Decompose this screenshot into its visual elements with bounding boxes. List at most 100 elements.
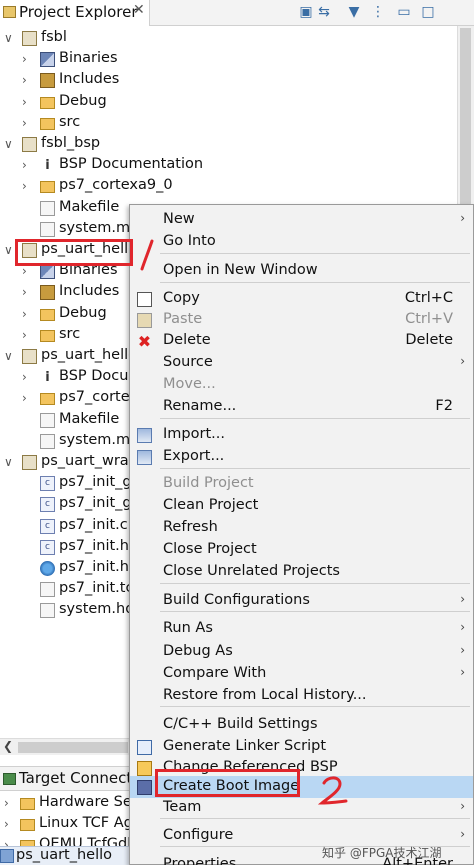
- tree-item-label: Includes: [59, 71, 120, 88]
- menu-item-label: Debug As: [163, 643, 233, 659]
- chevron-right-icon[interactable]: ›: [4, 793, 9, 814]
- menu-item-restore-from-local-history[interactable]: Restore from Local History...: [130, 685, 473, 707]
- menu-separator: [160, 706, 470, 707]
- chevron-down-icon[interactable]: ∨: [4, 452, 13, 473]
- tree-item-label: Binaries: [59, 50, 118, 67]
- menu-item-shortcut: Ctrl+C: [404, 290, 453, 306]
- submenu-arrow-icon: ›: [460, 620, 465, 634]
- tree-item[interactable]: › src: [0, 113, 440, 134]
- chevron-right-icon[interactable]: ›: [22, 155, 27, 176]
- tree-item[interactable]: ∨ fsbl_bsp: [0, 134, 440, 155]
- tree-item[interactable]: › Binaries: [0, 49, 440, 70]
- annotation-box-create-boot-image: [155, 769, 300, 797]
- tree-item-label: fsbl: [41, 29, 67, 45]
- chevron-down-icon[interactable]: ∨: [4, 240, 13, 261]
- menu-item-compare-with[interactable]: Compare With ›: [130, 663, 473, 685]
- menu-separator: [160, 468, 470, 469]
- bsp-icon: [137, 761, 152, 776]
- menu-item-source[interactable]: Source ›: [130, 352, 473, 374]
- chevron-right-icon[interactable]: ›: [22, 367, 27, 388]
- tree-item-label: src: [59, 325, 81, 342]
- tree-item[interactable]: › i BSP Documentation: [0, 155, 440, 176]
- collapse-all-icon[interactable]: ▣: [296, 2, 316, 22]
- menu-item-clean-project[interactable]: Clean Project: [130, 495, 473, 517]
- minimize-icon[interactable]: ▭: [394, 2, 414, 22]
- tree-item-label: Includes: [59, 283, 120, 300]
- menu-item-delete[interactable]: ✖ Delete Delete: [130, 330, 473, 352]
- chevron-right-icon[interactable]: ›: [22, 113, 27, 134]
- chevron-right-icon[interactable]: ›: [22, 70, 27, 91]
- menu-item-open-in-new-window[interactable]: Open in New Window: [130, 260, 473, 282]
- menu-separator: [160, 583, 470, 584]
- tree-item[interactable]: › Includes: [0, 70, 440, 91]
- tree-item[interactable]: ∨ fsbl: [0, 28, 440, 49]
- menu-item-label: Open in New Window: [163, 262, 318, 278]
- tab-project-explorer[interactable]: Project Explorer ✕: [0, 0, 150, 26]
- chevron-down-icon[interactable]: ∨: [4, 28, 13, 49]
- view-menu-icon[interactable]: ⋮: [368, 2, 388, 22]
- menu-item-label: Rename...: [163, 398, 237, 414]
- menu-item-new[interactable]: New ›: [130, 209, 473, 231]
- explorer-title: Project Explorer: [19, 3, 138, 21]
- globe-icon: [40, 561, 55, 576]
- submenu-arrow-icon: ›: [460, 354, 465, 368]
- folder-icon: [20, 819, 35, 831]
- menu-item-c-c-build-settings[interactable]: C/C++ Build Settings: [130, 714, 473, 736]
- file-icon: [40, 412, 55, 428]
- chevron-right-icon[interactable]: ›: [22, 282, 27, 303]
- chevron-right-icon[interactable]: ›: [4, 814, 9, 835]
- chevron-right-icon[interactable]: ›: [22, 176, 27, 197]
- menu-item-label: Delete: [163, 332, 211, 348]
- menu-separator: [160, 611, 470, 612]
- chevron-right-icon[interactable]: ›: [22, 92, 27, 113]
- menu-item-refresh[interactable]: Refresh: [130, 517, 473, 539]
- menu-item-import[interactable]: Import...: [130, 424, 473, 446]
- annotation-mark-2: [318, 776, 348, 805]
- filter-icon[interactable]: ▼: [344, 2, 364, 22]
- menu-item-paste: Paste Ctrl+V: [130, 309, 473, 331]
- menu-item-label: Paste: [163, 311, 203, 327]
- chevron-right-icon[interactable]: ›: [22, 325, 27, 346]
- link-editor-icon[interactable]: ⇆: [314, 2, 334, 22]
- folder-icon: [40, 329, 55, 342]
- tree-item-label: ps7_init.c: [59, 516, 128, 533]
- chevron-right-icon[interactable]: ›: [22, 304, 27, 325]
- scroll-left-icon[interactable]: ❮: [3, 739, 13, 753]
- menu-item-debug-as[interactable]: Debug As ›: [130, 641, 473, 663]
- menu-item-generate-linker-script[interactable]: Generate Linker Script: [130, 736, 473, 758]
- menu-item-close-project[interactable]: Close Project: [130, 539, 473, 561]
- tree-item[interactable]: › Debug: [0, 92, 440, 113]
- scrollbar-thumb[interactable]: [18, 742, 128, 753]
- context-menu: New › Go Into Open in New Window Copy Ctrl+C P…: [129, 204, 474, 865]
- tree-item-label: ps7_cortexa9_0: [59, 177, 173, 194]
- menu-item-label: Restore from Local History...: [163, 687, 367, 703]
- maximize-icon[interactable]: □: [418, 2, 438, 22]
- tree-item-label: Debug: [59, 92, 107, 109]
- chevron-down-icon[interactable]: ∨: [4, 134, 13, 155]
- tree-item-label: Makefile: [59, 198, 120, 215]
- menu-item-close-unrelated-projects[interactable]: Close Unrelated Projects: [130, 561, 473, 583]
- menu-item-run-as[interactable]: Run As ›: [130, 618, 473, 640]
- menu-item-build-project: Build Project: [130, 473, 473, 495]
- import-export-icon: [137, 450, 152, 465]
- close-icon[interactable]: ✕: [133, 2, 145, 18]
- menu-item-rename[interactable]: Rename... F2: [130, 396, 473, 418]
- import-export-icon: [137, 428, 152, 443]
- binaries-icon: [40, 264, 55, 280]
- menu-item-label: Clean Project: [163, 497, 259, 513]
- chevron-right-icon[interactable]: ›: [22, 49, 27, 70]
- binaries-icon: [40, 52, 55, 68]
- tree-item[interactable]: › ps7_cortexa9_0: [0, 176, 440, 197]
- tree-item-label: Makefile: [59, 410, 120, 427]
- file-icon: [40, 200, 55, 216]
- menu-item-build-configurations[interactable]: Build Configurations ›: [130, 590, 473, 612]
- menu-item-label: Close Unrelated Projects: [163, 563, 340, 579]
- menu-item-go-into[interactable]: Go Into: [130, 231, 473, 253]
- chevron-down-icon[interactable]: ∨: [4, 346, 13, 367]
- folder-icon: [40, 308, 55, 321]
- menu-item-export[interactable]: Export...: [130, 446, 473, 468]
- chevron-right-icon[interactable]: ›: [22, 388, 27, 409]
- menu-separator: [160, 418, 470, 419]
- menu-item-team[interactable]: Team ›: [130, 797, 473, 819]
- menu-item-copy[interactable]: Copy Ctrl+C: [130, 288, 473, 310]
